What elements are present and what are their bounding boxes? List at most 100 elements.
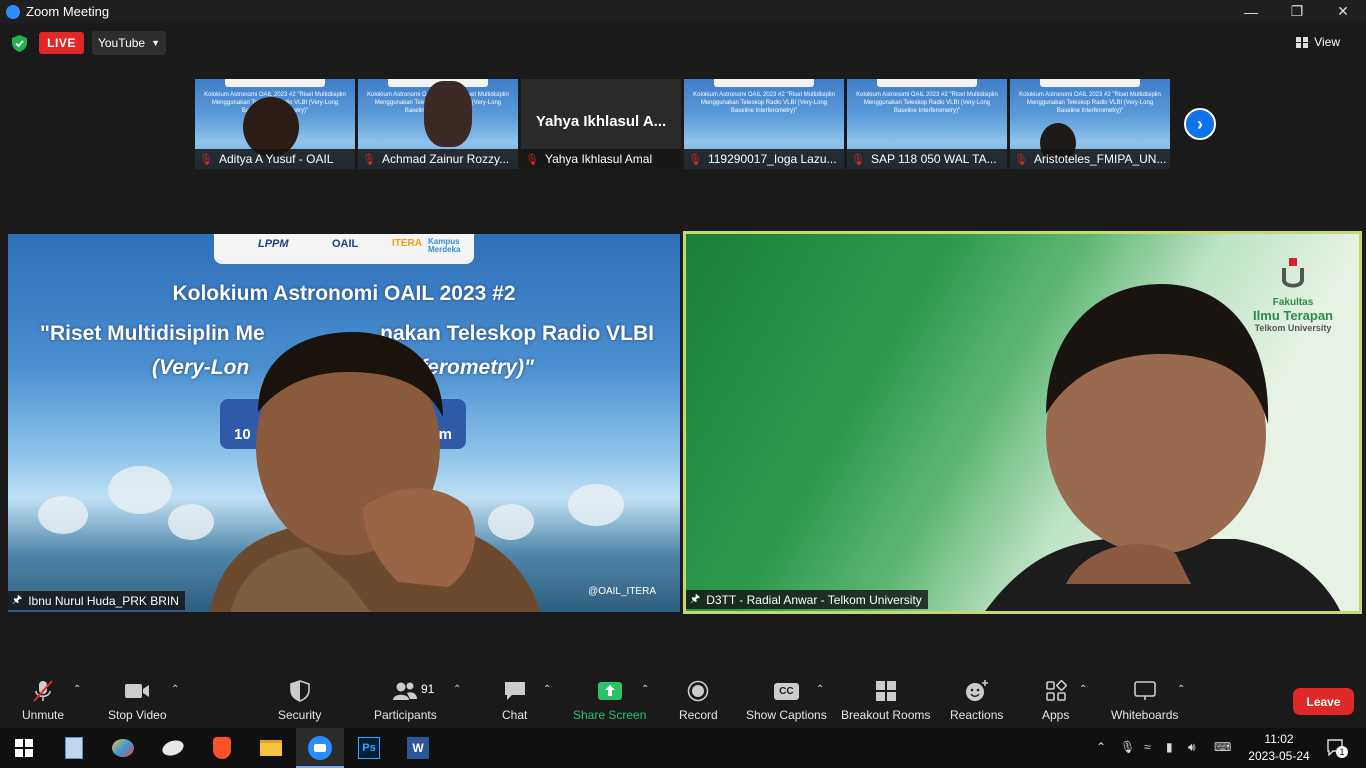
keyboard-tray-icon[interactable]: ⌨ bbox=[1214, 740, 1231, 754]
stop-video-button[interactable]: Stop Video bbox=[108, 678, 167, 722]
gallery-next-button[interactable]: › bbox=[1184, 108, 1216, 140]
logo-oail: OAIL bbox=[332, 238, 359, 250]
system-clock[interactable]: 11:02 2023-05-24 bbox=[1244, 731, 1314, 765]
zoom-app-icon bbox=[6, 4, 20, 19]
live-badge[interactable]: LIVE bbox=[39, 32, 84, 54]
participant-name: Yahya Ikhlasul Amal bbox=[544, 152, 653, 166]
participant-name: 119290017_Ioga Lazu... bbox=[707, 152, 837, 166]
apps-options-caret[interactable]: ⌃ bbox=[1079, 684, 1087, 695]
muted-mic-icon: 🎙︎ bbox=[362, 153, 376, 166]
whiteboards-button[interactable]: Whiteboards bbox=[1111, 678, 1178, 722]
satellite-app-icon[interactable] bbox=[159, 734, 187, 762]
pin-icon: 🖈 bbox=[690, 593, 701, 605]
notifications-icon[interactable]: 1 bbox=[1326, 738, 1348, 758]
breakout-rooms-button[interactable]: Breakout Rooms bbox=[841, 678, 930, 722]
volume-tray-icon[interactable]: 🔊︎ bbox=[1188, 740, 1196, 755]
participant-name: Ibnu Nurul Huda_PRK BRIN bbox=[28, 593, 179, 608]
record-label: Record bbox=[679, 708, 718, 722]
participant-name: Aditya A Yusuf - OAIL bbox=[218, 152, 334, 166]
photoshop-app-icon[interactable]: Ps bbox=[355, 734, 383, 762]
participants-label: Participants bbox=[374, 708, 437, 722]
gallery-strip: Kolokium Astronomi OAIL 2023 #2 "Riset M… bbox=[195, 79, 1170, 169]
participant-tile[interactable]: Kolokium Astronomi OAIL 2023 #2 "Riset M… bbox=[1010, 79, 1170, 169]
share-options-caret[interactable]: ⌃ bbox=[641, 684, 649, 695]
notification-count: 1 bbox=[1336, 746, 1348, 758]
encryption-shield-icon[interactable] bbox=[12, 35, 27, 52]
participant-tile[interactable]: Kolokium Astronomi OAIL 2023 #2 "Riset M… bbox=[358, 79, 518, 169]
muted-mic-icon: 🎙︎ bbox=[1014, 153, 1028, 166]
chat-options-caret[interactable]: ⌃ bbox=[543, 684, 551, 695]
brave-browser-icon[interactable] bbox=[208, 734, 236, 762]
record-button[interactable]: Record bbox=[679, 678, 718, 722]
windows-start-icon[interactable] bbox=[10, 734, 38, 762]
speaker-figure bbox=[209, 332, 541, 612]
apps-icon bbox=[1045, 680, 1067, 701]
participant-namebar: 🎙︎ SAP 118 050 WAL TA... bbox=[847, 149, 1007, 169]
participant-name: SAP 118 050 WAL TA... bbox=[870, 152, 997, 166]
zoom-app-icon[interactable] bbox=[306, 734, 334, 762]
minimize-button[interactable]: — bbox=[1228, 0, 1274, 23]
restore-button[interactable]: ❐ bbox=[1274, 0, 1320, 23]
participants-icon bbox=[393, 682, 418, 700]
show-captions-button[interactable]: CC Show Captions bbox=[746, 678, 827, 722]
reactions-button[interactable]: Reactions bbox=[950, 678, 1003, 722]
share-screen-icon bbox=[597, 682, 622, 700]
security-button[interactable]: Security bbox=[278, 678, 321, 722]
stream-target-dropdown[interactable]: YouTube ▼ bbox=[92, 31, 166, 55]
captions-options-caret[interactable]: ⌃ bbox=[816, 684, 824, 695]
slide-logo-bar bbox=[225, 79, 325, 87]
participant-display-name: Yahya Ikhlasul A... bbox=[535, 113, 667, 130]
clock-time: 11:02 bbox=[1264, 732, 1294, 746]
slide-mini-text: Kolokium Astronomi OAIL 2023 #2 "Riset M… bbox=[856, 92, 998, 114]
security-label: Security bbox=[278, 708, 322, 722]
unmute-label: Unmute bbox=[22, 708, 65, 722]
logo-itera: ITERA bbox=[392, 238, 422, 249]
grid-view-icon bbox=[1296, 36, 1309, 48]
logo-kampus-merdeka: Kampus Merdeka bbox=[428, 237, 461, 254]
paint-app-icon[interactable] bbox=[109, 734, 137, 762]
slide-logo-bar bbox=[714, 79, 814, 87]
clock-date: 2023-05-24 bbox=[1248, 749, 1310, 763]
whiteboards-options-caret[interactable]: ⌃ bbox=[1177, 684, 1185, 695]
participant-name: Achmad Zainur Rozzy... bbox=[381, 152, 510, 166]
slide-logo-bar bbox=[877, 79, 977, 87]
microphone-tray-icon[interactable]: 🎙︎ bbox=[1120, 740, 1135, 754]
record-icon bbox=[688, 680, 709, 702]
apps-button[interactable]: Apps bbox=[1042, 678, 1069, 722]
view-button[interactable]: View bbox=[1296, 35, 1340, 49]
speaker-video-right[interactable]: Fakultas Ilmu Terapan Telkom University … bbox=[683, 231, 1362, 614]
participant-label: 🖈 Ibnu Nurul Huda_PRK BRIN bbox=[8, 591, 185, 610]
show-captions-label: Show Captions bbox=[746, 708, 827, 722]
audio-options-caret[interactable]: ⌃ bbox=[73, 684, 81, 695]
speaker-figure bbox=[985, 284, 1341, 611]
word-app-icon[interactable]: W bbox=[404, 734, 432, 762]
chat-button[interactable]: Chat bbox=[502, 678, 527, 722]
close-button[interactable]: ✕ bbox=[1320, 0, 1366, 23]
participants-count: 91 bbox=[421, 682, 435, 696]
participants-options-caret[interactable]: ⌃ bbox=[453, 684, 461, 695]
sponsor-logo-bar: LPPM OAIL ITERA Kampus Merdeka bbox=[214, 234, 474, 264]
windows-taskbar: Ps W ⌃ 🎙︎ ≈ ▮ 🔊︎ ⌨ 11:02 2023-05-24 1 bbox=[0, 728, 1366, 768]
tray-chevron-up-icon[interactable]: ⌃ bbox=[1096, 740, 1106, 754]
logo-lppm: LPPM bbox=[258, 238, 289, 250]
slide-mini-text: Kolokium Astronomi OAIL 2023 #2 "Riset M… bbox=[1019, 92, 1161, 114]
view-label: View bbox=[1314, 35, 1340, 49]
participant-tile[interactable]: Yahya Ikhlasul A... 🎙︎ Yahya Ikhlasul Am… bbox=[521, 79, 681, 169]
participant-namebar: 🎙︎ Achmad Zainur Rozzy... bbox=[358, 149, 518, 169]
participant-tile[interactable]: Kolokium Astronomi OAIL 2023 #2 "Riset M… bbox=[847, 79, 1007, 169]
pin-icon: 🖈 bbox=[12, 594, 23, 606]
speaker-video-left[interactable]: LPPM OAIL ITERA Kampus Merdeka Kolokium … bbox=[8, 234, 680, 612]
video-options-caret[interactable]: ⌃ bbox=[171, 684, 179, 695]
notepad-app-icon[interactable] bbox=[60, 734, 88, 762]
muted-mic-icon bbox=[33, 680, 53, 702]
leave-button[interactable]: Leave bbox=[1293, 688, 1354, 715]
battery-tray-icon[interactable]: ▮ bbox=[1166, 740, 1173, 754]
file-explorer-icon[interactable] bbox=[257, 734, 285, 762]
meeting-topbar: LIVE YouTube ▼ View bbox=[0, 23, 1366, 65]
window-title: Zoom Meeting bbox=[26, 4, 110, 19]
wifi-tray-icon[interactable]: ≈ bbox=[1144, 740, 1151, 754]
share-screen-button[interactable]: Share Screen bbox=[573, 678, 646, 722]
participant-tile[interactable]: Kolokium Astronomi OAIL 2023 #2 "Riset M… bbox=[684, 79, 844, 169]
participant-tile[interactable]: Kolokium Astronomi OAIL 2023 #2 "Riset M… bbox=[195, 79, 355, 169]
unmute-button[interactable]: Unmute bbox=[22, 678, 64, 722]
